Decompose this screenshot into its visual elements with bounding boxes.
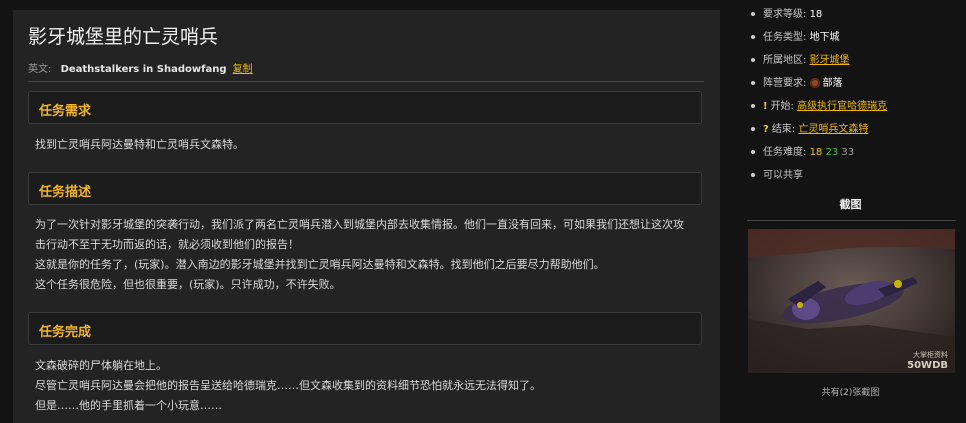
body-line: 这个任务很危险，但也很重要，(玩家)。只许成功，不许失败。 [35, 278, 341, 291]
section-title: 任务描述 [39, 185, 92, 200]
info-label: 所属地区: [763, 55, 807, 66]
difficulty-low: 18 [809, 147, 823, 158]
divider [747, 220, 956, 221]
info-faction: 阵营要求: 部落 [751, 74, 843, 89]
zone-link[interactable]: 影牙城堡 [810, 55, 850, 66]
body-line: 击行动不至于无功而返的话，就必须收到他们的报告！ [35, 238, 299, 251]
section-header-requirements: 任务需求 [28, 91, 702, 124]
watermark-logo: 50WDB [907, 360, 948, 371]
quest-screenshot[interactable]: 大掌柜资料 50WDB [748, 229, 955, 373]
section-title: 任务完成 [39, 325, 92, 340]
body-line: 找到亡灵哨兵阿达曼特和亡灵哨兵文森特。 [35, 138, 244, 151]
screenshots-count[interactable]: 共有(2)张截图 [745, 385, 956, 398]
section-header-completion: 任务完成 [28, 312, 702, 345]
bullet-icon [751, 150, 755, 154]
bullet-icon [751, 81, 755, 85]
info-value: 可以共享 [763, 170, 803, 181]
info-label: 任务难度: [763, 147, 807, 158]
end-npc-link[interactable]: 亡灵哨兵文森特 [798, 124, 868, 135]
info-label: 任务类型: [763, 32, 807, 43]
info-start: ! 开始: 高级执行官哈德瑞克 [751, 97, 887, 112]
info-type: 任务类型: 地下城 [751, 28, 840, 43]
info-value: 地下城 [809, 32, 840, 43]
body-line: 尽管亡灵哨兵阿达曼会把他的报告呈送给哈德瑞克……但文森收集到的资料细节恐怕就永远… [35, 379, 541, 392]
bullet-icon [751, 104, 755, 108]
section-body-description: 为了一次针对影牙城堡的突袭行动，我们派了两名亡灵哨兵潜入到城堡内部去收集情报。他… [35, 215, 703, 295]
bullet-icon [751, 35, 755, 39]
screenshot-image: 大掌柜资料 50WDB [748, 229, 955, 373]
bullet-icon [751, 127, 755, 131]
section-body-requirements: 找到亡灵哨兵阿达曼特和亡灵哨兵文森特。 [35, 135, 703, 155]
screenshots-title: 截图 [839, 198, 862, 211]
divider [28, 81, 704, 82]
exclamation-icon: ! [763, 101, 768, 112]
horde-icon [809, 78, 820, 88]
english-name-row: 英文: Deathstalkers in Shadowfang 复制 [28, 60, 253, 75]
section-body-completion: 文森破碎的尸体躺在地上。 尽管亡灵哨兵阿达曼会把他的报告呈送给哈德瑞克……但文森… [35, 356, 703, 416]
difficulty-mid: 23 [825, 147, 839, 158]
section-header-description: 任务描述 [28, 172, 702, 205]
info-level: 要求等级: 18 [751, 5, 822, 20]
watermark-cn: 大掌柜资料 [913, 350, 948, 359]
info-zone: 所属地区: 影牙城堡 [751, 51, 850, 66]
info-label: 结束: [771, 124, 796, 135]
quest-main-panel: 影牙城堡里的亡灵哨兵 英文: Deathstalkers in Shadowfa… [13, 10, 720, 423]
body-line: 但是……他的手里抓着一个小玩意…… [35, 399, 222, 412]
english-label: 英文: [28, 64, 52, 75]
english-name: Deathstalkers in Shadowfang [60, 64, 227, 75]
bullet-icon [751, 58, 755, 62]
quest-title: 影牙城堡里的亡灵哨兵 [28, 26, 219, 48]
info-end: ? 结束: 亡灵哨兵文森特 [751, 120, 868, 135]
info-label: 阵营要求: [763, 78, 807, 89]
section-title: 任务需求 [39, 104, 92, 119]
body-line: 为了一次针对影牙城堡的突袭行动，我们派了两名亡灵哨兵潜入到城堡内部去收集情报。他… [35, 218, 684, 231]
bullet-icon [751, 12, 755, 16]
quest-info-sidebar: 要求等级: 18 任务类型: 地下城 所属地区: 影牙城堡 阵营要求: 部落 !… [745, 0, 956, 423]
start-npc-link[interactable]: 高级执行官哈德瑞克 [797, 101, 887, 112]
body-line: 文森破碎的尸体躺在地上。 [35, 359, 167, 372]
info-difficulty: 任务难度: 18 23 33 [751, 143, 854, 158]
question-mark-icon: ? [763, 124, 769, 135]
difficulty-high: 33 [841, 147, 855, 158]
copy-link[interactable]: 复制 [233, 64, 253, 75]
body-line: 这就是你的任务了，(玩家)。潜入南边的影牙城堡并找到亡灵哨兵阿达曼特和文森特。找… [35, 258, 605, 271]
info-label: 要求等级: [763, 9, 807, 20]
info-shareable: 可以共享 [751, 166, 803, 181]
info-value: 18 [809, 9, 823, 20]
info-value: 部落 [822, 78, 843, 89]
bullet-icon [751, 173, 755, 177]
info-label: 开始: [770, 101, 794, 112]
